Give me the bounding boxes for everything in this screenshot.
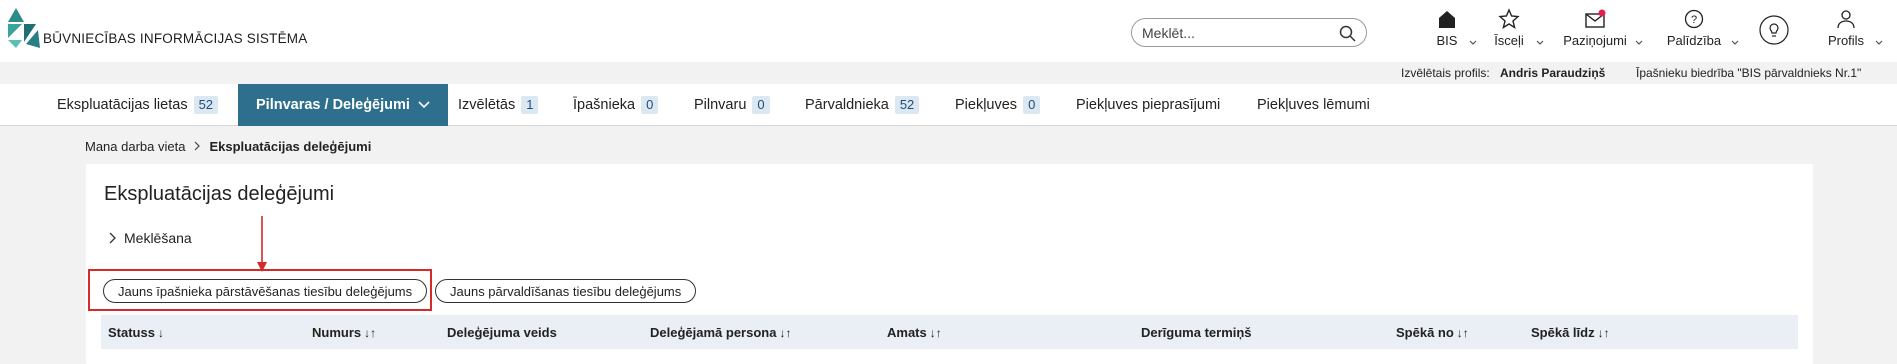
column-label: Derīguma termiņš xyxy=(1141,325,1252,340)
nav-bis[interactable]: BIS xyxy=(1432,8,1462,56)
content-card: Ekspluatācijas deleģējumi Meklēšana Jaun… xyxy=(86,164,1813,364)
tab-ekspluatacijas-lietas[interactable]: Ekspluatācijas lietas 52 xyxy=(57,84,219,126)
tab-count-badge: 0 xyxy=(641,96,659,114)
nav-favorites[interactable]: Īsceļi xyxy=(1494,8,1524,56)
column-label: Statuss xyxy=(108,325,155,340)
top-header: BŪVNIECĪBAS INFORMĀCIJAS SISTĒMA BIS Īsc… xyxy=(0,0,1897,62)
column-header-delegated-person[interactable]: Deleģējamā persona ↓↑ xyxy=(650,325,791,340)
profile-org[interactable]: Īpašnieku biedrība "BIS pārvaldnieks Nr.… xyxy=(1636,66,1861,80)
chevron-down-icon xyxy=(418,101,430,109)
column-label: Deleģējuma veids xyxy=(447,325,557,340)
profile-name[interactable]: Andris Paraudziņš xyxy=(1500,66,1605,80)
chevron-right-icon xyxy=(195,141,201,151)
chevron-down-icon[interactable] xyxy=(1468,38,1478,48)
annotation-arrow-icon xyxy=(257,216,267,272)
search-icon[interactable] xyxy=(1339,25,1356,42)
column-label: Deleģējamā persona xyxy=(650,325,777,340)
tab-parvaldnieka[interactable]: Pārvaldnieka 52 xyxy=(805,84,920,126)
nav-bis-label: BIS xyxy=(1436,33,1458,48)
tab-label: Īpašnieka xyxy=(573,97,636,113)
chevron-down-icon[interactable] xyxy=(1535,38,1545,48)
tab-pilnvaru[interactable]: Pilnvaru 0 xyxy=(694,84,770,126)
help-circle-icon: ? xyxy=(1684,9,1704,29)
column-header-status[interactable]: Statuss ↓ xyxy=(108,325,164,340)
nav-help-label: Palīdzība xyxy=(1666,33,1722,48)
nav-favorites-label: Īsceļi xyxy=(1494,33,1524,48)
tab-count-badge: 52 xyxy=(894,96,920,114)
breadcrumb-current: Ekspluatācijas deleģējumi xyxy=(209,139,372,154)
new-owner-delegation-button[interactable]: Jauns īpašnieka pārstāvēšanas tiesību de… xyxy=(103,279,428,303)
user-icon xyxy=(1837,10,1855,29)
search-toggle[interactable]: Meklēšana xyxy=(108,230,192,246)
tab-label: Izvēlētās xyxy=(458,97,516,113)
sort-arrows-icon[interactable]: ↓↑ xyxy=(364,326,376,340)
logo-text[interactable]: BŪVNIECĪBAS INFORMĀCIJAS SISTĒMA xyxy=(43,31,307,46)
nav-profile-label: Profils xyxy=(1827,33,1865,48)
chevron-right-icon xyxy=(109,232,116,244)
column-label: Spēkā līdz xyxy=(1531,325,1595,340)
breadcrumb: Mana darba vieta Ekspluatācijas deleģējum… xyxy=(85,139,371,154)
sort-arrow-icon[interactable]: ↓ xyxy=(158,326,164,340)
tab-ipasnieka[interactable]: Īpašnieka 0 xyxy=(573,84,659,126)
tab-piekluves-pieprasijumi[interactable]: Piekļuves pieprasījumi xyxy=(1076,84,1220,126)
page-title: Ekspluatācijas deleģējumi xyxy=(104,183,335,205)
tab-label: Piekļuves pieprasījumi xyxy=(1076,97,1221,113)
nav-notifications-label: Paziņojumi xyxy=(1563,33,1627,48)
search-toggle-label: Meklēšana xyxy=(124,230,192,246)
new-management-delegation-button[interactable]: Jauns pārvaldīšanas tiesību deleģējums xyxy=(435,279,697,303)
tab-pilnvaras-delegejumi[interactable]: Pilnvaras / Deleģējumi xyxy=(238,84,448,126)
tab-count-badge: 0 xyxy=(752,96,770,114)
lightbulb-icon[interactable] xyxy=(1758,14,1790,46)
notification-dot-icon xyxy=(1598,9,1606,17)
tab-piekluves[interactable]: Piekļuves 0 xyxy=(955,84,1041,126)
column-label: Amats xyxy=(887,325,927,340)
tab-count-badge: 1 xyxy=(521,96,539,114)
home-icon xyxy=(1439,11,1455,28)
nav-notifications[interactable]: Paziņojumi xyxy=(1563,8,1627,56)
tab-label: Pilnvaru xyxy=(694,97,747,113)
column-header-number[interactable]: Numurs ↓↑ xyxy=(312,325,376,340)
column-label: Spēkā no xyxy=(1396,325,1454,340)
column-header-valid-to[interactable]: Spēkā līdz ↓↑ xyxy=(1531,325,1610,340)
tab-izveletas[interactable]: Izvēlētās 1 xyxy=(458,84,539,126)
tab-label: Ekspluatācijas lietas xyxy=(57,97,188,113)
breadcrumb-home[interactable]: Mana darba vieta xyxy=(85,139,185,154)
table-header: Statuss ↓ Numurs ↓↑ Deleģējuma veids Deleģ… xyxy=(101,315,1798,349)
nav-help[interactable]: ? Palīdzība xyxy=(1664,8,1724,56)
bis-logo-icon[interactable] xyxy=(8,8,42,48)
search-box[interactable] xyxy=(1131,18,1367,47)
chevron-down-icon[interactable] xyxy=(1634,38,1644,48)
envelope-icon xyxy=(1585,9,1606,28)
profile-label: Izvēlētais profils: xyxy=(1401,66,1490,80)
sort-arrows-icon[interactable]: ↓↑ xyxy=(1457,326,1469,340)
chevron-down-icon[interactable] xyxy=(1874,38,1884,48)
chevron-down-icon[interactable] xyxy=(1730,38,1740,48)
column-header-delegation-type: Deleģējuma veids xyxy=(447,325,557,340)
sort-arrows-icon[interactable]: ↓↑ xyxy=(930,326,942,340)
main-tabs: Ekspluatācijas lietas 52 Pilnvaras / Dele… xyxy=(0,84,1897,126)
column-header-position[interactable]: Amats ↓↑ xyxy=(887,325,942,340)
tab-count-badge: 0 xyxy=(1023,96,1041,114)
nav-profile[interactable]: Profils xyxy=(1826,8,1866,56)
tab-label: Piekļuves xyxy=(955,97,1018,113)
svg-text:?: ? xyxy=(1691,14,1697,26)
tab-count-badge: 52 xyxy=(193,96,219,114)
column-label: Numurs xyxy=(312,325,362,340)
tab-label: Pārvaldnieka xyxy=(805,97,889,113)
profile-strip: Izvēlētais profils: Andris Paraudziņš Īp… xyxy=(0,62,1897,84)
tab-label: Piekļuves lēmumi xyxy=(1257,97,1370,113)
column-header-validity: Derīguma termiņš xyxy=(1141,325,1252,340)
tab-piekluves-lemumi[interactable]: Piekļuves lēmumi xyxy=(1257,84,1370,126)
search-input[interactable] xyxy=(1142,24,1332,42)
sort-arrows-icon[interactable]: ↓↑ xyxy=(779,326,791,340)
sort-arrows-icon[interactable]: ↓↑ xyxy=(1598,326,1610,340)
tab-label: Pilnvaras / Deleģējumi xyxy=(256,97,410,113)
column-header-valid-from[interactable]: Spēkā no ↓↑ xyxy=(1396,325,1469,340)
star-icon xyxy=(1498,8,1520,30)
